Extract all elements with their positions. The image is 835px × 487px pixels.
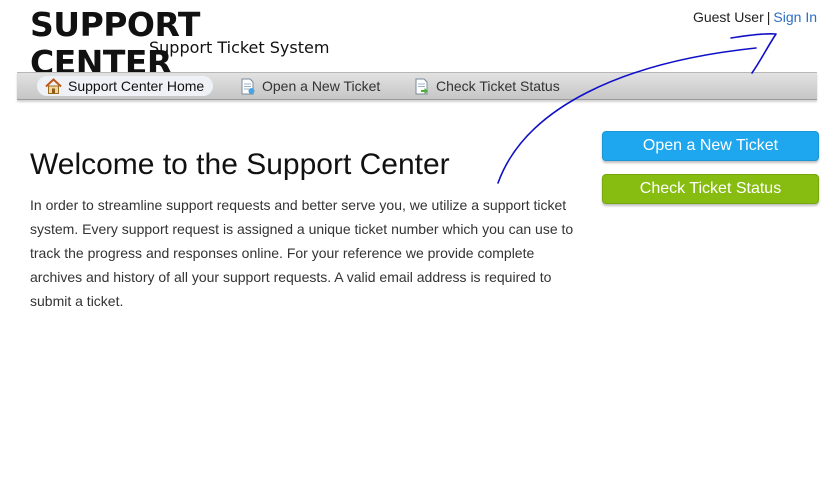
new-ticket-icon bbox=[239, 78, 256, 95]
sign-in-link[interactable]: Sign In bbox=[773, 9, 817, 25]
user-area: Guest User | Sign In bbox=[693, 9, 817, 25]
nav-bar: Support Center Home Open a New Ticket Ch… bbox=[17, 72, 817, 100]
nav-item-label: Support Center Home bbox=[68, 78, 205, 94]
nav-item-home[interactable]: Support Center Home bbox=[37, 76, 214, 96]
site-logo[interactable]: SUPPORT CENTER Support Ticket System bbox=[30, 6, 330, 82]
intro-text: In order to streamline support requests … bbox=[30, 197, 574, 309]
home-icon bbox=[45, 77, 62, 95]
check-ticket-status-button[interactable]: Check Ticket Status bbox=[602, 174, 819, 204]
user-separator: | bbox=[766, 9, 771, 25]
open-new-ticket-button[interactable]: Open a New Ticket bbox=[602, 131, 819, 161]
page-title: Welcome to the Support Center bbox=[30, 148, 450, 181]
nav-item-label: Check Ticket Status bbox=[436, 78, 560, 94]
logo-subtitle: Support Ticket System bbox=[149, 38, 330, 57]
annotation-arrowhead bbox=[730, 32, 777, 74]
nav-item-label: Open a New Ticket bbox=[262, 78, 381, 94]
ticket-status-icon bbox=[413, 78, 430, 95]
nav-item-new-ticket[interactable]: Open a New Ticket bbox=[239, 76, 380, 96]
nav-item-ticket-status[interactable]: Check Ticket Status bbox=[413, 76, 560, 96]
guest-user-label: Guest User bbox=[692, 9, 764, 25]
annotation-stroke bbox=[497, 47, 757, 184]
